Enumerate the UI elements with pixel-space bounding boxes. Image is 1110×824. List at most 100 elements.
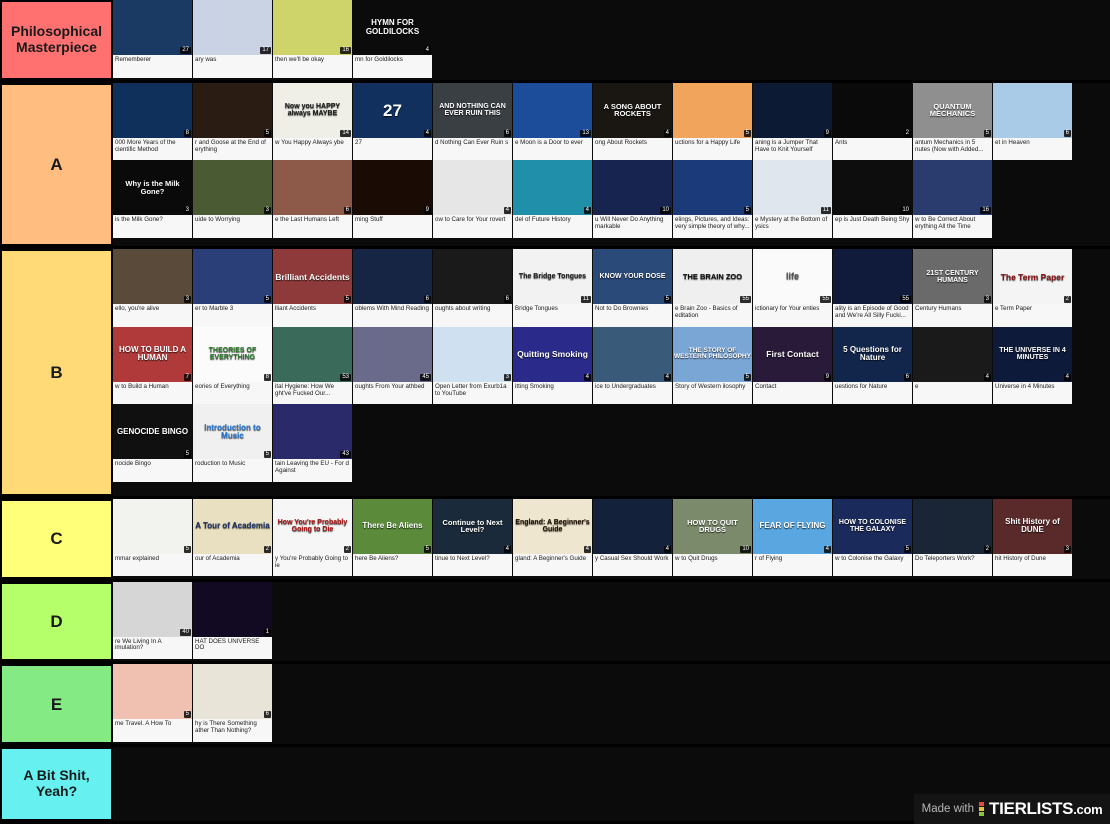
video-thumbnail[interactable]: KNOW YOUR DOSE 5: [593, 249, 672, 305]
tier-item-card[interactable]: 6 oughts about writing: [433, 249, 513, 327]
tier-item-card[interactable]: 4 ice to Undergraduates: [593, 326, 673, 405]
tier-item-card[interactable]: Brilliant Accidents 5 lliant Accidents: [273, 249, 353, 327]
tier-item-card[interactable]: 4y Casual Sex Should Work: [593, 498, 673, 577]
tier-item-card[interactable]: 5 Questions for Nature 6 uestions for Natu…: [833, 326, 913, 405]
tier-item-card[interactable]: THE UNIVERSE IN 4 MINUTES 4 Universe in 4 …: [993, 326, 1073, 405]
tier-item-card[interactable]: First Contact 9 Contact: [753, 326, 833, 405]
video-thumbnail[interactable]: A SONG ABOUT ROCKETS 4: [593, 82, 672, 138]
tier-item-card[interactable]: 2 Do Teleporters Work?: [913, 498, 993, 577]
tier-item-card[interactable]: 16 then we'll be okay: [273, 0, 353, 78]
video-thumbnail[interactable]: 6: [993, 82, 1072, 138]
video-thumbnail[interactable]: Brilliant Accidents 5: [273, 249, 352, 305]
tier-item-card[interactable]: HOW TO QUIT DRUGS 10 w to Quit Drugs: [673, 498, 753, 577]
video-thumbnail[interactable]: 6: [433, 249, 512, 305]
tier-label-philosophical-masterpiece[interactable]: Philosophical Masterpiece: [0, 0, 113, 80]
video-thumbnail[interactable]: QUANTUM MECHANICS 5: [913, 82, 992, 138]
video-thumbnail[interactable]: HOW TO COLONISE THE GALAXY 5: [833, 498, 912, 554]
tier-label-b[interactable]: B: [0, 249, 113, 496]
video-thumbnail[interactable]: The Term Paper 2: [993, 249, 1072, 305]
video-thumbnail[interactable]: 8: [113, 82, 192, 138]
tier-item-card[interactable]: 3 ello, you're alive: [113, 249, 193, 327]
tier-item-card[interactable]: 2 Ants: [833, 82, 913, 161]
tier-item-card[interactable]: HOW TO BUILD A HUMAN 7 w to Build a Human: [113, 326, 193, 405]
tier-item-card[interactable]: Continue to Next Level? 4 tinue to Next Le…: [433, 498, 513, 577]
video-thumbnail[interactable]: 40: [113, 581, 192, 637]
video-thumbnail[interactable]: 3: [193, 160, 272, 216]
video-thumbnail[interactable]: Quitting Smoking 4: [513, 326, 592, 382]
video-thumbnail[interactable]: 4: [593, 498, 672, 554]
video-thumbnail[interactable]: Introduction to Music 5: [193, 404, 272, 460]
video-thumbnail[interactable]: Why is the Milk Gone? 3: [113, 160, 192, 216]
video-thumbnail[interactable]: 5: [673, 160, 752, 216]
tier-item-card[interactable]: 40 re We Living In A imulation?: [113, 581, 193, 660]
tier-item-card[interactable]: life 55 ictionary for Your enties: [753, 249, 833, 327]
tier-item-card[interactable]: 6e the Last Humans Left: [273, 160, 353, 238]
video-thumbnail[interactable]: 43: [273, 404, 352, 460]
tier-item-card[interactable]: 4 ow to Care for Your rovert: [433, 160, 513, 238]
tier-item-card[interactable]: 5 mmar explained: [113, 498, 193, 577]
tier-item-card[interactable]: 6 hy is There Something ather Than Nothin…: [193, 664, 273, 742]
tier-item-card[interactable]: 5r and Goose at the End of erything: [193, 82, 273, 161]
video-thumbnail[interactable]: Now you HAPPY always MAYBE 14: [273, 82, 352, 138]
video-thumbnail[interactable]: 5: [673, 82, 752, 138]
video-thumbnail[interactable]: 9: [753, 82, 832, 138]
video-thumbnail[interactable]: 5: [113, 664, 192, 720]
video-thumbnail[interactable]: THE BRAIN ZOO 55: [673, 249, 752, 305]
video-thumbnail[interactable]: The Bridge Tongues 11: [513, 249, 592, 305]
tier-items-container[interactable]: 5 mmar explained A Tour of Academia 2 our of…: [113, 498, 1110, 579]
tier-item-card[interactable]: THE BRAIN ZOO 55 e Brain Zoo - Basics of e…: [673, 249, 753, 327]
tier-item-card[interactable]: The Term Paper 2 e Term Paper: [993, 249, 1073, 327]
video-thumbnail[interactable]: 27 4: [353, 82, 432, 138]
video-thumbnail[interactable]: 6: [353, 249, 432, 305]
video-thumbnail[interactable]: 17: [193, 0, 272, 55]
tier-item-card[interactable]: 4 del of Future History: [513, 160, 593, 238]
video-thumbnail[interactable]: THEORIES OF EVERYTHING 8: [193, 326, 272, 382]
tier-item-card[interactable]: KNOW YOUR DOSE 5 Not to Do Brownies: [593, 249, 673, 327]
video-thumbnail[interactable]: 45: [353, 326, 432, 382]
tier-item-card[interactable]: HYMN FOR GOLDILOCKS 4 mn for Goldilocks: [353, 0, 433, 78]
tier-item-card[interactable]: 3 uide to Worrying: [193, 160, 273, 238]
tier-item-card[interactable]: 5 uctions for a Happy Life: [673, 82, 753, 161]
video-thumbnail[interactable]: life 55: [753, 249, 832, 305]
tier-label-c[interactable]: C: [0, 498, 113, 579]
tier-item-card[interactable]: 43 tain Leaving the EU - For d Against: [273, 404, 353, 482]
video-thumbnail[interactable]: Continue to Next Level? 4: [433, 498, 512, 554]
tier-item-card[interactable]: 17 ary was: [193, 0, 273, 78]
video-thumbnail[interactable]: A Tour of Academia 2: [193, 498, 272, 554]
video-thumbnail[interactable]: First Contact 9: [753, 326, 832, 382]
video-thumbnail[interactable]: How You're Probably Going to Die 2: [273, 498, 352, 554]
video-thumbnail[interactable]: 5: [193, 249, 272, 305]
video-thumbnail[interactable]: 55: [833, 249, 912, 305]
video-thumbnail[interactable]: AND NOTHING CAN EVER RUIN THIS 6: [433, 82, 512, 138]
video-thumbnail[interactable]: 4: [913, 326, 992, 382]
tier-item-card[interactable]: 6 et in Heaven: [993, 82, 1073, 161]
video-thumbnail[interactable]: 16: [913, 160, 992, 216]
video-thumbnail[interactable]: 4: [513, 160, 592, 216]
tier-item-card[interactable]: 53 ital Hygiene: How We ght've Fucked Our…: [273, 326, 353, 405]
tier-item-card[interactable]: 21ST CENTURY HUMANS 3 Century Humans: [913, 249, 993, 327]
video-thumbnail[interactable]: 9: [353, 160, 432, 216]
tier-item-card[interactable]: AND NOTHING CAN EVER RUIN THIS 6 d Nothing…: [433, 82, 513, 161]
tier-item-card[interactable]: Why is the Milk Gone? 3 is the Milk Gone?: [113, 160, 193, 238]
tier-item-card[interactable]: FEAR OF FLYING 4 r of Flying: [753, 498, 833, 577]
video-thumbnail[interactable]: 2: [913, 498, 992, 554]
tier-item-card[interactable]: England: A Beginner's Guide 4 gland: A Beg…: [513, 498, 593, 577]
video-thumbnail[interactable]: 10: [593, 160, 672, 216]
video-thumbnail[interactable]: 16: [273, 0, 352, 55]
tier-items-container[interactable]: 27 Rememberer 17 ary was 16 then we'll be oka…: [113, 0, 1110, 80]
tier-item-card[interactable]: 9 aning is a Jumper That Have to Knit You…: [753, 82, 833, 161]
tier-item-card[interactable]: 27 4 27: [353, 82, 433, 161]
tier-item-card[interactable]: QUANTUM MECHANICS 5 antum Mechanics in 5 n…: [913, 82, 993, 161]
tier-item-card[interactable]: THEORIES OF EVERYTHING 8 eories of Everyth…: [193, 326, 273, 405]
tierlists-watermark[interactable]: Made with TIERLISTS.com: [914, 794, 1110, 824]
video-thumbnail[interactable]: 5: [193, 82, 272, 138]
video-thumbnail[interactable]: 5: [113, 498, 192, 554]
tier-item-card[interactable]: How You're Probably Going to Die 2 y You'r…: [273, 498, 353, 577]
video-thumbnail[interactable]: Shit History of DUNE 3: [993, 498, 1072, 554]
tier-item-card[interactable]: 45 oughts From Your athbed: [353, 326, 433, 405]
tier-item-card[interactable]: A Tour of Academia 2 our of Academia: [193, 498, 273, 577]
tier-item-card[interactable]: 5 me Travel. A How To: [113, 664, 193, 742]
video-thumbnail[interactable]: 1: [193, 581, 272, 637]
tier-item-card[interactable]: 10 ep is Just Death Being Shy: [833, 160, 913, 238]
video-thumbnail[interactable]: 11: [753, 160, 832, 216]
